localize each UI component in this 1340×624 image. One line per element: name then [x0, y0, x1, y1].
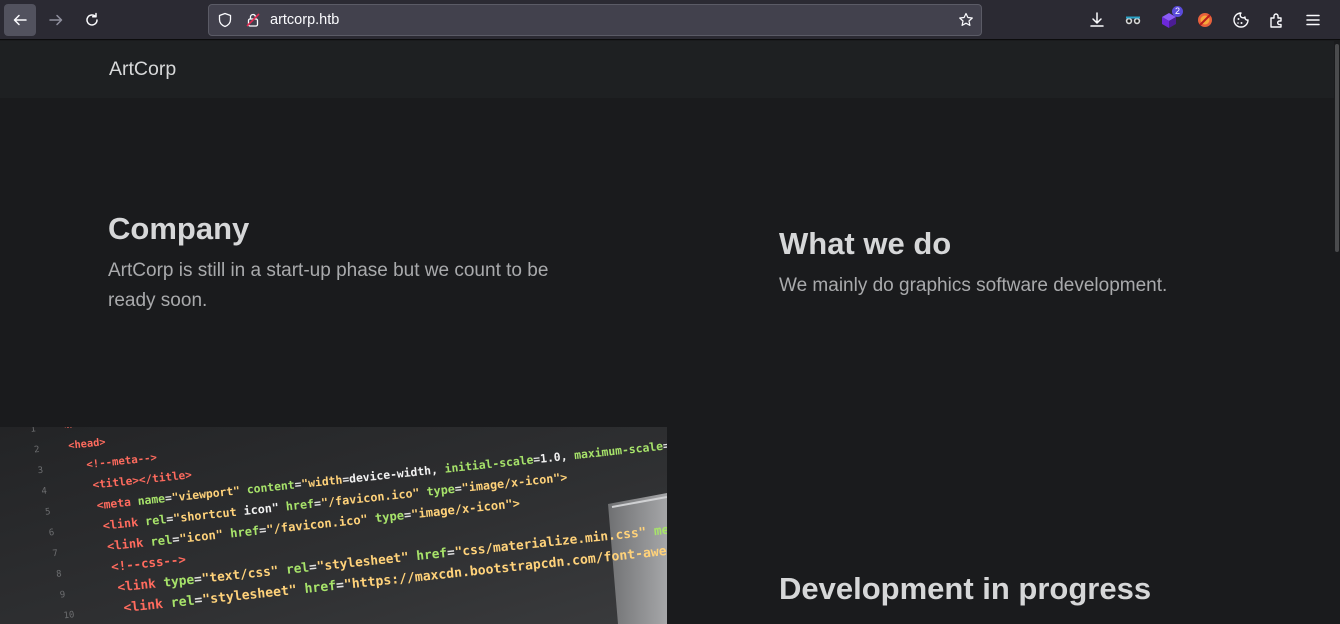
brand-link[interactable]: ArtCorp	[109, 58, 176, 81]
browser-toolbar: artcorp.htb 2	[0, 0, 1340, 40]
puzzle-icon	[1270, 13, 1282, 28]
code-line-number: 10	[63, 610, 75, 621]
code-line-number: 9	[59, 590, 65, 601]
bookmark-star-icon[interactable]	[958, 12, 974, 28]
code-screenshot-image: 1<html>2<head>3<!--meta-->4<title></titl…	[0, 427, 667, 624]
back-button[interactable]	[4, 4, 36, 36]
code-line-number: 7	[52, 549, 58, 560]
shield-icon[interactable]	[217, 12, 233, 28]
insecure-lock-icon[interactable]	[245, 12, 261, 28]
orange-cookie-icon	[1198, 13, 1212, 27]
forward-button[interactable]	[40, 4, 72, 36]
scrollbar-thumb[interactable]	[1335, 44, 1339, 252]
spy-glasses-icon	[1125, 16, 1141, 25]
extension-button-cookie[interactable]	[1231, 10, 1251, 30]
code-line-number: 1	[30, 427, 36, 435]
site-navbar: ArtCorp	[0, 41, 1334, 98]
code-line-number: 2	[34, 445, 40, 456]
extension-button-orange[interactable]	[1195, 10, 1215, 30]
code-line-number: 5	[45, 507, 51, 518]
url-text[interactable]: artcorp.htb	[270, 12, 339, 28]
cookie-icon	[1233, 12, 1249, 28]
menu-button[interactable]	[1303, 10, 1323, 30]
arrow-left-icon	[13, 14, 27, 26]
code-line-number: 6	[48, 528, 54, 539]
what-we-do-heading: What we do	[779, 226, 952, 261]
code-line-number: 8	[56, 569, 62, 580]
download-icon	[1090, 12, 1104, 27]
code-line-number: 4	[41, 486, 47, 497]
extension-badge: 2	[1171, 6, 1183, 17]
company-description: ArtCorp is still in a start-up phase but…	[108, 260, 549, 311]
extension-button-spy[interactable]	[1123, 10, 1143, 30]
downloads-button[interactable]	[1087, 10, 1107, 30]
what-we-do-description: We mainly do graphics software developme…	[779, 275, 1168, 296]
code-line-number: 3	[37, 466, 43, 477]
code-editor-photo: 1<html>2<head>3<!--meta-->4<title></titl…	[0, 427, 667, 624]
extensions-button[interactable]	[1267, 10, 1287, 30]
arrow-right-icon	[49, 14, 63, 26]
reload-button[interactable]	[76, 4, 108, 36]
reload-icon	[86, 12, 98, 26]
company-heading: Company	[108, 211, 250, 246]
extension-button-purple[interactable]: 2	[1159, 6, 1183, 30]
hamburger-menu-icon	[1306, 14, 1320, 26]
development-heading: Development in progress	[779, 571, 1152, 606]
address-bar[interactable]: artcorp.htb	[208, 4, 982, 36]
